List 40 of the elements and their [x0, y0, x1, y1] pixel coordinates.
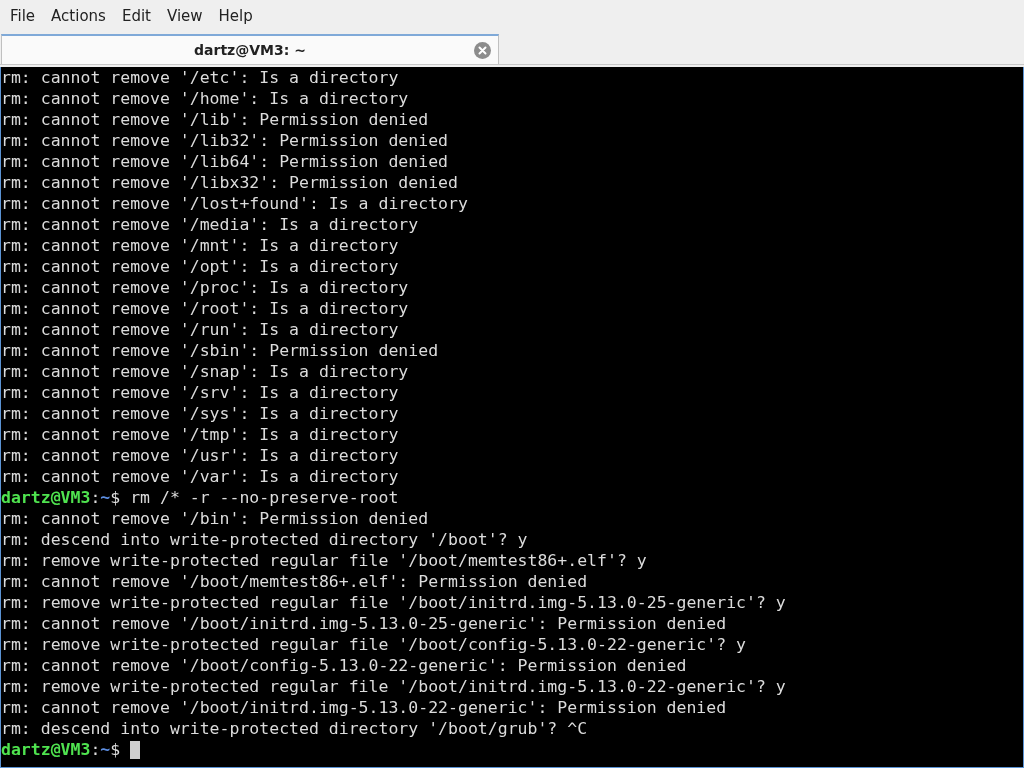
terminal-line: rm: cannot remove '/tmp': Is a directory	[1, 424, 399, 445]
terminal-line: rm: cannot remove '/boot/memtest86+.elf': Permission denied	[1, 571, 588, 592]
menu-item[interactable]: File	[2, 6, 44, 25]
terminal-line: rm: cannot remove '/snap': Is a directory	[1, 361, 409, 382]
terminal-line: rm: cannot remove '/proc': Is a directory	[1, 277, 409, 298]
terminal-line: rm: cannot remove '/home': Is a directory	[1, 88, 409, 109]
terminal-line: rm: cannot remove '/run': Is a directory	[1, 319, 399, 340]
menu-item[interactable]: Actions	[43, 6, 114, 25]
terminal-line: rm: remove write-protected regular file '/boot/initrd.img-5.13.0-25-generic'? y	[1, 592, 786, 613]
terminal-line: rm: cannot remove '/mnt': Is a directory	[1, 235, 399, 256]
prompt-line: dartz@VM3:~$ rm /* -r --no-preserve-root	[1, 487, 399, 508]
terminal-line: rm: cannot remove '/srv': Is a directory	[1, 382, 399, 403]
terminal-line: rm: cannot remove '/lib64': Permission denied	[1, 151, 449, 172]
terminal-line: rm: descend into write-protected directory '/boot'? y	[1, 529, 528, 550]
menu-item[interactable]: Help	[210, 6, 261, 25]
terminal-line: rm: cannot remove '/root': Is a directory	[1, 298, 409, 319]
terminal-line: rm: cannot remove '/lib': Permission denied	[1, 109, 429, 130]
terminal-line: rm: cannot remove '/lost+found': Is a directory	[1, 193, 468, 214]
menu-item[interactable]: Edit	[113, 6, 159, 25]
terminal-line: rm: cannot remove '/etc': Is a directory	[1, 67, 399, 88]
terminal-line: rm: descend into write-protected directory '/boot/grub'? ^C	[1, 718, 588, 739]
terminal-line: rm: cannot remove '/sbin': Permission denied	[1, 340, 439, 361]
terminal-line: rm: cannot remove '/libx32': Permission denied	[1, 172, 458, 193]
close-icon[interactable]	[474, 42, 491, 59]
terminal-line: rm: cannot remove '/boot/initrd.img-5.13.0-25-generic': Permission denied	[1, 613, 727, 634]
terminal-tab[interactable]: dartz@VM3: ~	[1, 34, 499, 64]
terminal-line: rm: cannot remove '/media': Is a directory	[1, 214, 419, 235]
terminal-line: rm: cannot remove '/bin': Permission denied	[1, 508, 429, 529]
terminal-line: rm: remove write-protected regular file '/boot/config-5.13.0-22-generic'? y	[1, 634, 747, 655]
terminal-line: rm: cannot remove '/sys': Is a directory	[1, 403, 399, 424]
terminal-line: rm: cannot remove '/var': Is a directory	[1, 466, 399, 487]
terminal-line: rm: cannot remove '/opt': Is a directory	[1, 256, 399, 277]
menu-item[interactable]: View	[158, 6, 211, 25]
terminal-line: rm: cannot remove '/boot/initrd.img-5.13.0-22-generic': Permission denied	[1, 697, 727, 718]
terminal-line: rm: remove write-protected regular file '/boot/initrd.img-5.13.0-22-generic'? y	[1, 676, 786, 697]
terminal-line: rm: cannot remove '/boot/config-5.13.0-22-generic': Permission denied	[1, 655, 687, 676]
terminal-line: rm: cannot remove '/usr': Is a directory	[1, 445, 399, 466]
terminal-line: rm: cannot remove '/lib32': Permission denied	[1, 130, 449, 151]
prompt-line: dartz@VM3:~$	[1, 739, 121, 760]
terminal-line: rm: remove write-protected regular file '/boot/memtest86+.elf'? y	[1, 550, 647, 571]
